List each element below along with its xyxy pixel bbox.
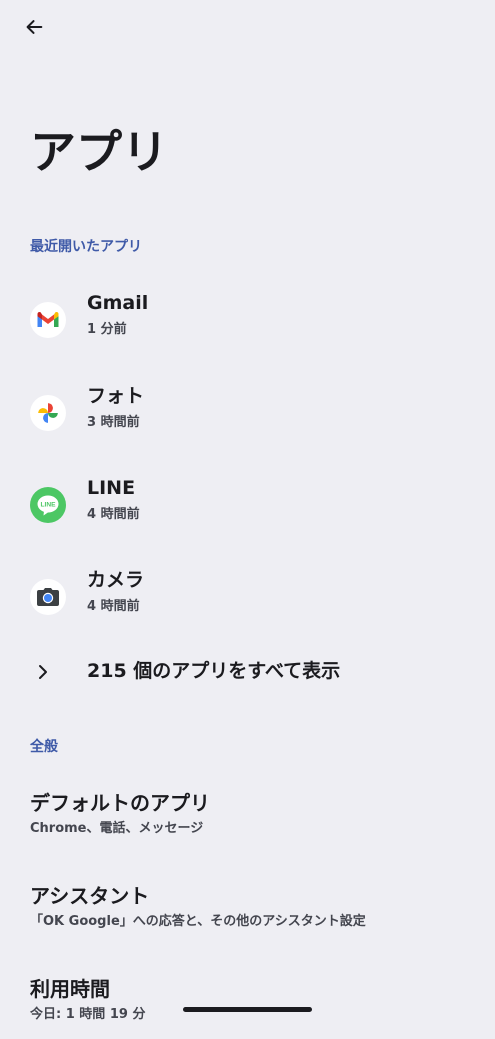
- show-all-apps-label: 215 個のアプリをすべて表示: [87, 660, 341, 682]
- line-icon: LINE: [30, 487, 66, 523]
- gmail-icon: [30, 302, 66, 338]
- app-name: LINE: [87, 477, 136, 499]
- camera-icon: [30, 579, 66, 615]
- setting-subtitle: 今日: 1 時間 19 分: [30, 1007, 146, 1022]
- apps-settings-screen: アプリ 最近開いたアプリ Gmail 1 分前 フォト 3 時間前 LINE L…: [0, 0, 495, 1024]
- show-all-apps-button[interactable]: 215 個のアプリをすべて表示: [0, 650, 495, 694]
- setting-subtitle: Chrome、電話、メッセージ: [30, 821, 204, 836]
- app-last-opened: 3 時間前: [87, 415, 140, 430]
- google-photos-icon: [30, 395, 66, 431]
- app-last-opened: 4 時間前: [87, 599, 140, 614]
- chevron-right-icon: [39, 665, 47, 679]
- setting-title: デフォルトのアプリ: [30, 791, 210, 815]
- recent-app-gmail[interactable]: Gmail 1 分前: [0, 290, 495, 364]
- app-last-opened: 1 分前: [87, 322, 127, 337]
- app-name: カメラ: [87, 569, 145, 591]
- setting-title: アシスタント: [30, 884, 150, 908]
- recent-apps-header: 最近開いたアプリ: [30, 239, 142, 255]
- app-name: Gmail: [87, 292, 149, 314]
- setting-title: 利用時間: [30, 977, 110, 1001]
- default-apps-item[interactable]: デフォルトのアプリ Chrome、電話、メッセージ: [0, 789, 495, 853]
- recent-app-camera[interactable]: カメラ 4 時間前: [0, 567, 495, 641]
- recent-app-photos[interactable]: フォト 3 時間前: [0, 383, 495, 457]
- setting-subtitle: 「OK Google」への応答と、その他のアシスタント設定: [30, 914, 366, 929]
- app-name: フォト: [87, 385, 145, 407]
- app-last-opened: 4 時間前: [87, 507, 140, 522]
- gesture-nav-handle[interactable]: [183, 1007, 312, 1012]
- recent-app-line[interactable]: LINE LINE 4 時間前: [0, 475, 495, 549]
- page-title: アプリ: [30, 125, 168, 179]
- back-button[interactable]: [16, 9, 52, 45]
- assistant-item[interactable]: アシスタント 「OK Google」への応答と、その他のアシスタント設定: [0, 882, 495, 946]
- general-section-header: 全般: [30, 739, 58, 755]
- svg-text:LINE: LINE: [40, 502, 56, 509]
- arrow-left-icon: [26, 20, 43, 34]
